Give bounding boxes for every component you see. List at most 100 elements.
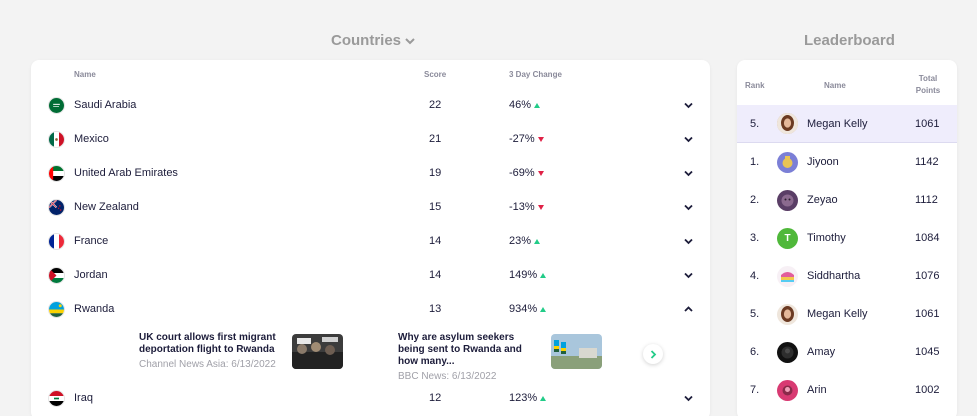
change-value: -27%: [509, 133, 535, 145]
player-points: 1076: [915, 270, 940, 282]
country-name: Saudi Arabia: [74, 99, 137, 111]
change-value: -69%: [509, 167, 535, 179]
country-score: 21: [429, 133, 442, 145]
leaderboard-row[interactable]: 1. Jiyoon 1142: [737, 143, 957, 181]
iraq-flag-icon: [48, 389, 65, 407]
country-row-united-arab-emirates[interactable]: United Arab Emirates 19 -69%: [31, 156, 710, 190]
country-change: 23%: [509, 235, 541, 247]
country-score: 12: [429, 392, 442, 404]
country-change: 46%: [509, 99, 541, 111]
countries-title: Countries: [331, 32, 402, 49]
header-rank: Rank: [745, 81, 765, 90]
leaderboard-row[interactable]: 4. Siddhartha 1076: [737, 257, 957, 295]
country-row-rwanda[interactable]: Rwanda 13 934%: [31, 292, 710, 326]
chevron-down-icon[interactable]: [684, 395, 693, 402]
avatar: [777, 341, 798, 363]
countries-table: Name Score 3 Day Change Saudi Arabia 22 …: [31, 60, 710, 416]
leaderboard-row[interactable]: 6. Amay 1045: [737, 333, 957, 371]
trend-down-icon: [537, 136, 544, 142]
chevron-up-icon[interactable]: [684, 305, 693, 313]
country-row-iraq[interactable]: Iraq 12 123%: [31, 381, 710, 415]
country-change: -13%: [509, 201, 544, 213]
country-name: United Arab Emirates: [74, 167, 178, 179]
rank: 6.: [750, 346, 760, 358]
avatar: [777, 379, 798, 401]
player-points: 1061: [915, 117, 940, 130]
country-name: Iraq: [74, 392, 93, 404]
new-zealand-flag-icon: [48, 198, 65, 216]
player-points: 1061: [915, 308, 940, 320]
change-value: 46%: [509, 99, 532, 111]
chevron-down-icon[interactable]: [684, 102, 693, 109]
country-change: 149%: [509, 269, 547, 281]
trend-up-icon: [534, 102, 541, 108]
rank: 3.: [750, 232, 760, 244]
news-headline: Why are asylum seekers being sent to Rwa…: [398, 332, 522, 367]
trend-down-icon: [537, 170, 544, 176]
leaderboard-row[interactable]: 7. Arin 1002: [737, 371, 957, 409]
player-name: Megan Kelly: [807, 308, 868, 320]
chevron-down-icon[interactable]: [684, 204, 693, 211]
country-row-jordan[interactable]: Jordan 14 149%: [31, 258, 710, 292]
news-headline: UK court allows first migrant deportatio…: [139, 332, 276, 355]
rank: 7.: [750, 384, 760, 396]
leaderboard-title: Leaderboard: [804, 32, 895, 49]
leaderboard-row[interactable]: 5. Megan Kelly 1061: [737, 295, 957, 333]
trend-up-icon: [540, 306, 547, 312]
saudi-arabia-flag-icon: [48, 96, 65, 114]
change-value: 123%: [509, 392, 538, 404]
change-value: -13%: [509, 201, 535, 213]
avatar-initial: T: [777, 227, 798, 249]
change-value: 23%: [509, 235, 532, 247]
news-item[interactable]: Why are asylum seekers being sent to Rwa…: [398, 332, 602, 382]
header-points-label: Points: [915, 86, 941, 95]
news-next-button[interactable]: [643, 344, 663, 364]
leaderboard-row-current-user[interactable]: 5. Megan Kelly 1061: [737, 105, 957, 143]
country-score: 13: [429, 303, 442, 315]
player-name: Jiyoon: [807, 156, 839, 168]
countries-dropdown[interactable]: Countries: [331, 32, 415, 49]
leaderboard-row[interactable]: 2. Zeyao 1112: [737, 181, 957, 219]
change-value: 149%: [509, 269, 538, 281]
header-total-label: Total: [918, 74, 938, 83]
country-name: New Zealand: [74, 201, 139, 213]
header-change: 3 Day Change: [509, 70, 562, 79]
rwanda-flag-icon: [48, 300, 65, 318]
chevron-down-icon[interactable]: [684, 170, 693, 177]
header-score: Score: [424, 70, 447, 79]
country-row-new-zealand[interactable]: New Zealand 15 -13%: [31, 190, 710, 224]
country-row-saudi-arabia[interactable]: Saudi Arabia 22 46%: [31, 88, 710, 122]
country-row-mexico[interactable]: Mexico 21 -27%: [31, 122, 710, 156]
header-total-points: Total Points: [912, 73, 944, 97]
rank: 5.: [750, 308, 760, 320]
country-score: 15: [429, 201, 442, 213]
chevron-down-icon[interactable]: [684, 272, 693, 279]
leaderboard-table: Rank Name Total Points 5. Megan Kelly 10…: [737, 60, 957, 416]
avatar: [777, 113, 798, 134]
country-score: 22: [429, 99, 442, 111]
country-score: 14: [429, 235, 442, 247]
rank: 1.: [750, 156, 760, 168]
player-points: 1142: [915, 156, 939, 168]
country-row-france[interactable]: France 14 23%: [31, 224, 710, 258]
leaderboard-row[interactable]: 3. T Timothy 1084: [737, 219, 957, 257]
header-name: Name: [74, 70, 96, 79]
trend-up-icon: [540, 395, 547, 401]
country-change: 934%: [509, 303, 547, 315]
country-name: Mexico: [74, 133, 109, 145]
chevron-down-icon[interactable]: [684, 136, 693, 143]
country-score: 19: [429, 167, 442, 179]
jordan-flag-icon: [48, 266, 65, 284]
country-change: -69%: [509, 167, 544, 179]
avatar: [777, 303, 798, 325]
player-name: Siddhartha: [807, 270, 861, 282]
avatar: [777, 189, 798, 211]
player-points: 1112: [915, 194, 938, 206]
rank: 4.: [750, 270, 760, 282]
chevron-down-icon[interactable]: [684, 238, 693, 245]
news-item[interactable]: UK court allows first migrant deportatio…: [139, 332, 343, 378]
france-flag-icon: [48, 232, 65, 250]
chevron-down-icon: [405, 37, 415, 44]
uae-flag-icon: [48, 164, 65, 182]
player-name: Megan Kelly: [807, 117, 868, 130]
